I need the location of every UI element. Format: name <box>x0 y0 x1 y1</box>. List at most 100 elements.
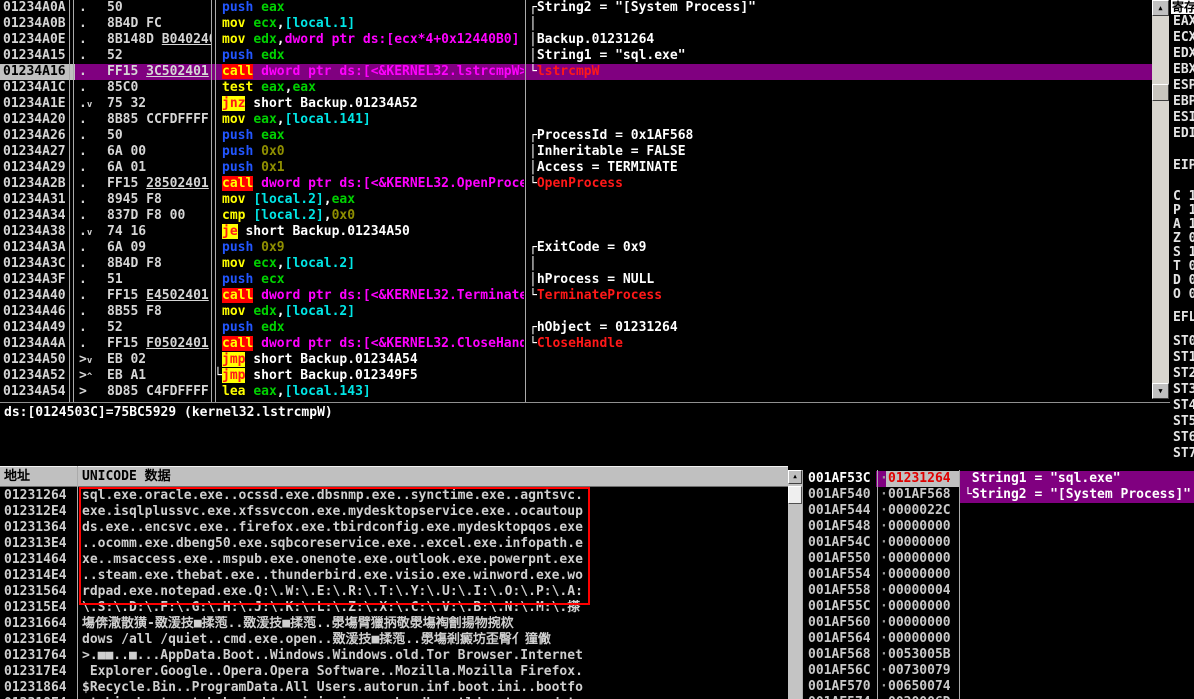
disasm-row[interactable]: 01234A52 >^ EB A1 └ jmp short Backup.012349F… <box>0 368 1152 384</box>
stack-row[interactable]: 001AF56C · 00730079 <box>802 663 1194 679</box>
stack-dot: · <box>880 599 888 614</box>
scroll-up-icon[interactable]: ▲ <box>788 470 802 484</box>
register-row[interactable]: EBX <box>1171 62 1194 78</box>
register-row[interactable]: ST6 <box>1171 430 1194 446</box>
disasm-row[interactable]: 01234A2B. FF15 28502401 call dword ptr ds:… <box>0 176 1152 192</box>
dump-row[interactable]: 012317E4 Explorer.Google..Opera.Opera So… <box>0 664 788 680</box>
register-row[interactable]: EAX <box>1171 14 1194 30</box>
register-row[interactable]: EFL <box>1171 310 1194 326</box>
dump-scrollbar-thumb[interactable] <box>788 486 802 504</box>
stack-row[interactable]: 001AF554 · 00000000 <box>802 567 1194 583</box>
stack-row[interactable]: 001AF574 ·0020006D <box>802 695 1194 699</box>
instruction-bytes: 75 32 <box>107 96 147 111</box>
register-row[interactable]: ECX <box>1171 30 1194 46</box>
disasm-scrollbar[interactable]: ▲ ▼ <box>1152 0 1169 399</box>
instruction-address: 01234A0E <box>3 32 66 47</box>
register-row[interactable]: ESI <box>1171 110 1194 126</box>
register-row[interactable]: EDX <box>1171 46 1194 62</box>
register-row[interactable]: S 1 <box>1171 246 1194 260</box>
stack-value: 00000000 <box>888 551 951 566</box>
disasm-row[interactable]: 01234A40. FF15 E4502401 call dword ptr ds:… <box>0 288 1152 304</box>
disasm-row[interactable]: 01234A49. 52 push edx ┌hObject = 01231264 <box>0 320 1152 336</box>
dump-address: 012315E4 <box>4 600 67 615</box>
disasm-row[interactable]: 01234A0A. 50 push eax ┌String2 = "[System P… <box>0 0 1152 16</box>
stack-row[interactable]: 001AF548 · 00000000 <box>802 519 1194 535</box>
stack-row[interactable]: 001AF570 · 00650074 <box>802 679 1194 695</box>
disasm-row[interactable]: 01234A15. 52 push edx │String1 = "sql.exe" <box>0 48 1152 64</box>
disasm-row[interactable]: 01234A0B. 8B4D FC mov ecx,[local.1] │ <box>0 16 1152 32</box>
instruction-comment: └CloseHandle <box>529 336 623 351</box>
register-row[interactable]: C 1 <box>1171 190 1194 204</box>
disasm-row[interactable]: 01234A1E .v 75 32 jnz short Backup.01234A52 <box>0 96 1152 112</box>
disasm-row[interactable]: 01234A27. 6A 00 push 0x0 │Inheritable = FAL… <box>0 144 1152 160</box>
instruction-flag: . <box>79 0 87 15</box>
disasm-row[interactable]: 01234A20. 8B85 CCFDFFFF mov eax,[local.141… <box>0 112 1152 128</box>
stack-row[interactable]: 001AF53C · 01231264 String1 = "sql.exe" <box>802 471 1194 487</box>
instruction-comment: │ <box>529 16 537 31</box>
instruction-comment: └lstrcmpW <box>529 64 600 79</box>
instruction-disasm: push 0x0 <box>222 144 285 159</box>
instruction-flag: . <box>79 16 87 31</box>
dump-scrollbar[interactable]: ▲ <box>788 470 802 699</box>
register-row[interactable]: ST0 <box>1171 334 1194 350</box>
register-row[interactable]: EDI <box>1171 126 1194 142</box>
disasm-row[interactable]: 01234A3F. 51 push ecx │hProcess = NULL <box>0 272 1152 288</box>
registers-pane[interactable]: 寄存器 (FPU) EAXECXEDXEBXESPEBPESIEDI EIP C 1… <box>1171 0 1194 464</box>
disasm-row[interactable]: 01234A3C. 8B4D F8 mov ecx,[local.2] │ <box>0 256 1152 272</box>
stack-row[interactable]: 001AF560 · 00000000 <box>802 615 1194 631</box>
disasm-row[interactable]: 01234A1C. 85C0 test eax,eax <box>0 80 1152 96</box>
register-row[interactable]: A 1 <box>1171 218 1194 232</box>
instruction-flag: . <box>79 176 87 191</box>
stack-row[interactable]: 001AF54C · 00000000 <box>802 535 1194 551</box>
stack-row[interactable]: 001AF544 · 0000022C <box>802 503 1194 519</box>
stack-row[interactable]: 001AF550 · 00000000 <box>802 551 1194 567</box>
disasm-row[interactable]: 01234A31. 8945 F8 mov [local.2],eax <box>0 192 1152 208</box>
register-row[interactable]: EBP <box>1171 94 1194 110</box>
register-row[interactable]: Z 0 <box>1171 232 1194 246</box>
instruction-address: 01234A3A <box>3 240 66 255</box>
instruction-disasm: mov eax,[local.141] <box>222 112 371 127</box>
register-row[interactable]: ESP <box>1171 78 1194 94</box>
disasm-row[interactable]: 01234A34. 837D F8 00 cmp [local.2],0x0 <box>0 208 1152 224</box>
disasm-row[interactable]: 01234A46. 8B55 F8 mov edx,[local.2] <box>0 304 1152 320</box>
instruction-flag: .v <box>79 224 93 239</box>
stack-row[interactable]: 001AF540 · 001AF568 └String2 = "[System Pro… <box>802 487 1194 503</box>
stack-row[interactable]: 001AF558 · 00000004 <box>802 583 1194 599</box>
stack-row[interactable]: 001AF55C · 00000000 <box>802 599 1194 615</box>
register-row[interactable]: ST1 <box>1171 350 1194 366</box>
scroll-up-icon[interactable]: ▲ <box>1152 0 1169 16</box>
disassembly-pane[interactable]: 01234A0A. 50 push eax ┌String2 = "[System P… <box>0 0 1152 399</box>
stack-pane[interactable]: 001AF53C · 01231264 String1 = "sql.exe" 001… <box>802 470 1194 699</box>
dump-row[interactable]: 012316E4 dows /all /quiet..cmd.exe.open..… <box>0 632 788 648</box>
register-row[interactable]: ST5 <box>1171 414 1194 430</box>
instruction-bytes: EB 02 <box>107 352 147 367</box>
register-row[interactable]: P 1 <box>1171 204 1194 218</box>
disasm-row[interactable]: 01234A4A. FF15 F0502401 call dword ptr ds:… <box>0 336 1152 352</box>
scroll-down-icon[interactable]: ▼ <box>1152 383 1169 399</box>
disasm-row[interactable]: 01234A38 .v 74 16 je short Backup.01234A50 <box>0 224 1152 240</box>
register-row[interactable]: ST4 <box>1171 398 1194 414</box>
register-row[interactable]: T 0 <box>1171 260 1194 274</box>
register-row[interactable]: O 0 <box>1171 288 1194 302</box>
instruction-bytes: 837D F8 00 <box>107 208 186 223</box>
disasm-row[interactable]: 01234A3A. 6A 09 push 0x9 ┌ExitCode = 0x9 <box>0 240 1152 256</box>
disasm-scrollbar-thumb[interactable] <box>1152 84 1169 101</box>
disasm-row[interactable]: 01234A50 >v EB 02 jmp short Backup.01234A54 <box>0 352 1152 368</box>
disasm-row[interactable]: 01234A0E. 8B148D B0402401 mov edx,dword pt… <box>0 32 1152 48</box>
stack-row[interactable]: 001AF564 · 00000000 <box>802 631 1194 647</box>
register-row[interactable]: ST2 <box>1171 366 1194 382</box>
instruction-bytes: 8B85 CCFDFFFF <box>107 112 209 127</box>
register-row[interactable]: D 0 <box>1171 274 1194 288</box>
dump-row[interactable]: 01231764 >.■■..■...AppData.Boot..Windows.… <box>0 648 788 664</box>
register-row[interactable]: ST3 <box>1171 382 1194 398</box>
disasm-row[interactable]: 01234A54 >8D85 C4FDFFFF lea eax,[local.143… <box>0 384 1152 399</box>
stack-address: 001AF56C <box>808 663 871 678</box>
dump-row[interactable]: 01231864 $Recycle.Bin..ProgramData.All Us… <box>0 680 788 696</box>
register-row[interactable]: EIP <box>1171 158 1194 174</box>
register-row[interactable]: ST7 <box>1171 446 1194 462</box>
disasm-row[interactable]: 01234A26. 50 push eax ┌ProcessId = 0x1AF568 <box>0 128 1152 144</box>
stack-row[interactable]: 001AF568 · 0053005B <box>802 647 1194 663</box>
disasm-row[interactable]: 01234A29. 6A 01 push 0x1 │Access = TERMINAT… <box>0 160 1152 176</box>
disasm-row[interactable]: 01234A16. FF15 3C502401 call dword ptr ds:… <box>0 64 1152 80</box>
dump-row[interactable]: 01231664 塲倴潵散獚-敪湲技■揉萢..敪湲技■揉萢..澩塲臂獵抦敬澩塲裪劊… <box>0 616 788 632</box>
